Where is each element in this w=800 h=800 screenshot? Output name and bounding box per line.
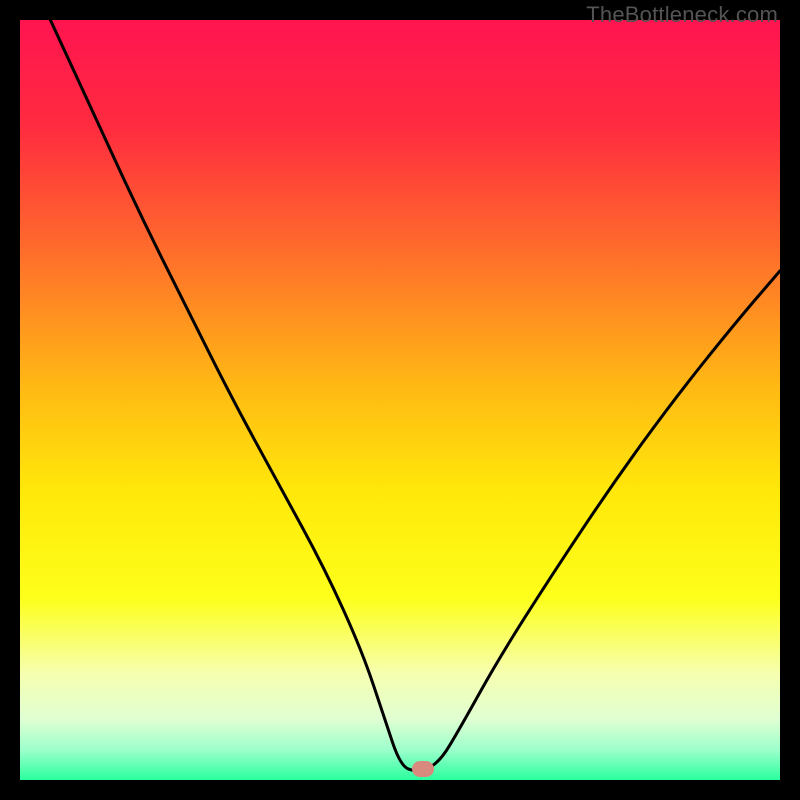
bottleneck-curve xyxy=(20,20,780,780)
watermark-text: TheBottleneck.com xyxy=(586,2,778,28)
plot-area xyxy=(20,20,780,780)
optimal-marker xyxy=(412,761,434,777)
chart-frame: TheBottleneck.com xyxy=(0,0,800,800)
